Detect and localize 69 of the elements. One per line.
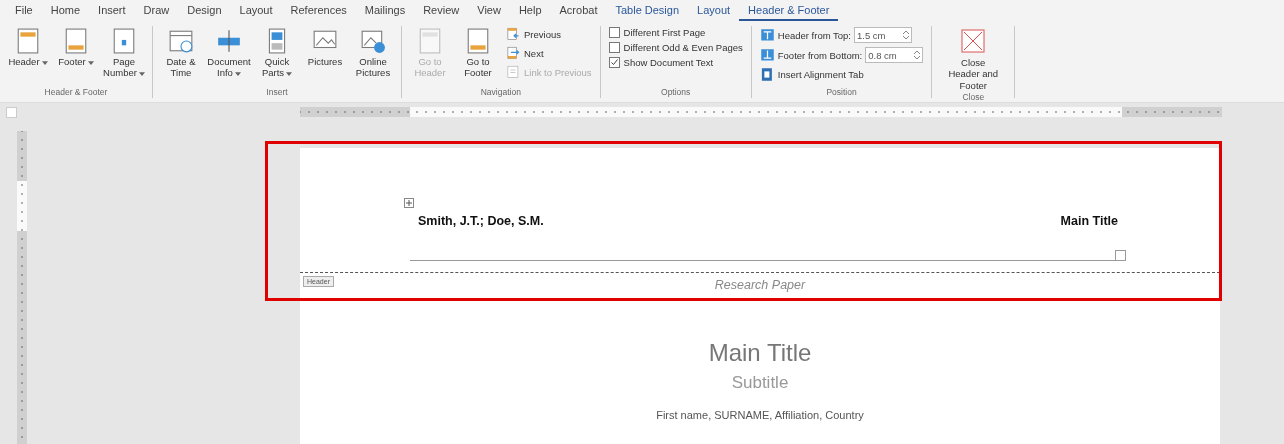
- group-label: Options: [660, 87, 692, 98]
- online-picture-icon: [360, 28, 386, 54]
- document-title: Main Title: [708, 339, 812, 367]
- header-top-icon: [759, 27, 775, 43]
- checkbox[interactable]: [608, 27, 620, 38]
- ribbon-tab[interactable]: Draw: [134, 1, 179, 21]
- checkbox-label: Different Odd & Even Pages: [623, 42, 743, 53]
- group-label: Close: [961, 92, 986, 104]
- online-pictures-button[interactable]: Online Pictures: [351, 26, 395, 81]
- spin-arrows-icon[interactable]: [914, 50, 921, 60]
- header-subline: Research Paper: [714, 278, 806, 292]
- page-number-button[interactable]: Page Number: [102, 26, 146, 81]
- spinner-label: Header from Top:: [777, 29, 851, 41]
- header-page-icon: [417, 28, 443, 54]
- previous-button[interactable]: Previous: [504, 26, 594, 43]
- vertical-ruler[interactable]: [17, 131, 27, 444]
- group-label: Insert: [265, 87, 289, 98]
- ribbon-tab[interactable]: Review: [414, 1, 469, 21]
- document-info-icon: [216, 28, 242, 54]
- close-header-footer-button[interactable]: Close Header and Footer: [938, 26, 1009, 93]
- ribbon-tab[interactable]: Home: [41, 1, 90, 21]
- ribbon-tab[interactable]: Layout: [688, 1, 740, 21]
- spin-field[interactable]: 1.5 cm: [854, 27, 912, 43]
- ribbon-tab[interactable]: Help: [509, 1, 551, 21]
- checkbox[interactable]: [608, 42, 620, 53]
- spin-arrows-icon[interactable]: [903, 30, 909, 40]
- header-button[interactable]: Header: [6, 26, 50, 70]
- ribbon-tab[interactable]: View: [468, 1, 510, 21]
- date-time-button[interactable]: Date & Time: [159, 26, 203, 81]
- checkbox[interactable]: [608, 57, 620, 68]
- checkbox-label: Different First Page: [623, 27, 706, 38]
- pictures-button[interactable]: Pictures: [303, 26, 347, 70]
- header-title: Main Title: [1060, 214, 1118, 228]
- alignment-tab-icon: [759, 67, 775, 82]
- next-button[interactable]: Next: [504, 45, 594, 62]
- previous-icon: [506, 27, 521, 42]
- ribbon-tab[interactable]: Acrobat: [550, 1, 607, 21]
- header-authors: Smith, J.T.; Doe, S.M.: [418, 214, 544, 228]
- ribbon-tab[interactable]: Design: [178, 1, 231, 21]
- group-label: Navigation: [479, 87, 522, 98]
- page-number-icon: [111, 28, 137, 54]
- ribbon-tab[interactable]: References: [281, 1, 356, 21]
- group-label: Position: [825, 87, 858, 98]
- next-icon: [506, 46, 521, 61]
- document-subtitle: Subtitle: [731, 373, 789, 393]
- group-label: Header & Footer: [43, 87, 109, 98]
- close-icon: [961, 29, 986, 53]
- quick-parts-button[interactable]: Quick Parts: [255, 26, 299, 81]
- ribbon-tab[interactable]: Mailings: [355, 1, 415, 21]
- link-page-icon: [506, 65, 521, 80]
- horizontal-ruler[interactable]: [300, 107, 1222, 117]
- footer-page-icon: [63, 28, 89, 54]
- ribbon-tab[interactable]: Insert: [89, 1, 135, 21]
- calendar-clock-icon: [168, 28, 194, 54]
- document-info-button[interactable]: Document Info: [207, 26, 251, 81]
- spin-field[interactable]: 0.8 cm: [865, 47, 924, 63]
- header-page-icon: [15, 28, 41, 54]
- spinner-label: Footer from Bottom:: [777, 49, 863, 61]
- go-to-footer-button[interactable]: Go to Footer: [456, 26, 500, 81]
- footer-button[interactable]: Footer: [54, 26, 98, 70]
- author-line: First name, SURNAME, Affiliation, Country: [656, 409, 864, 421]
- ribbon-tab[interactable]: Table Design: [606, 1, 689, 21]
- checkbox-label: Show Document Text: [623, 57, 714, 68]
- footer-page-icon: [465, 28, 491, 54]
- footer-bottom-icon: [759, 47, 775, 63]
- ribbon-tab[interactable]: Layout: [230, 1, 282, 21]
- insert-alignment-tab-button[interactable]: Insert Alignment Tab: [757, 66, 926, 83]
- table-move-handle-icon[interactable]: [404, 198, 414, 208]
- ribbon-tab[interactable]: File: [6, 1, 42, 21]
